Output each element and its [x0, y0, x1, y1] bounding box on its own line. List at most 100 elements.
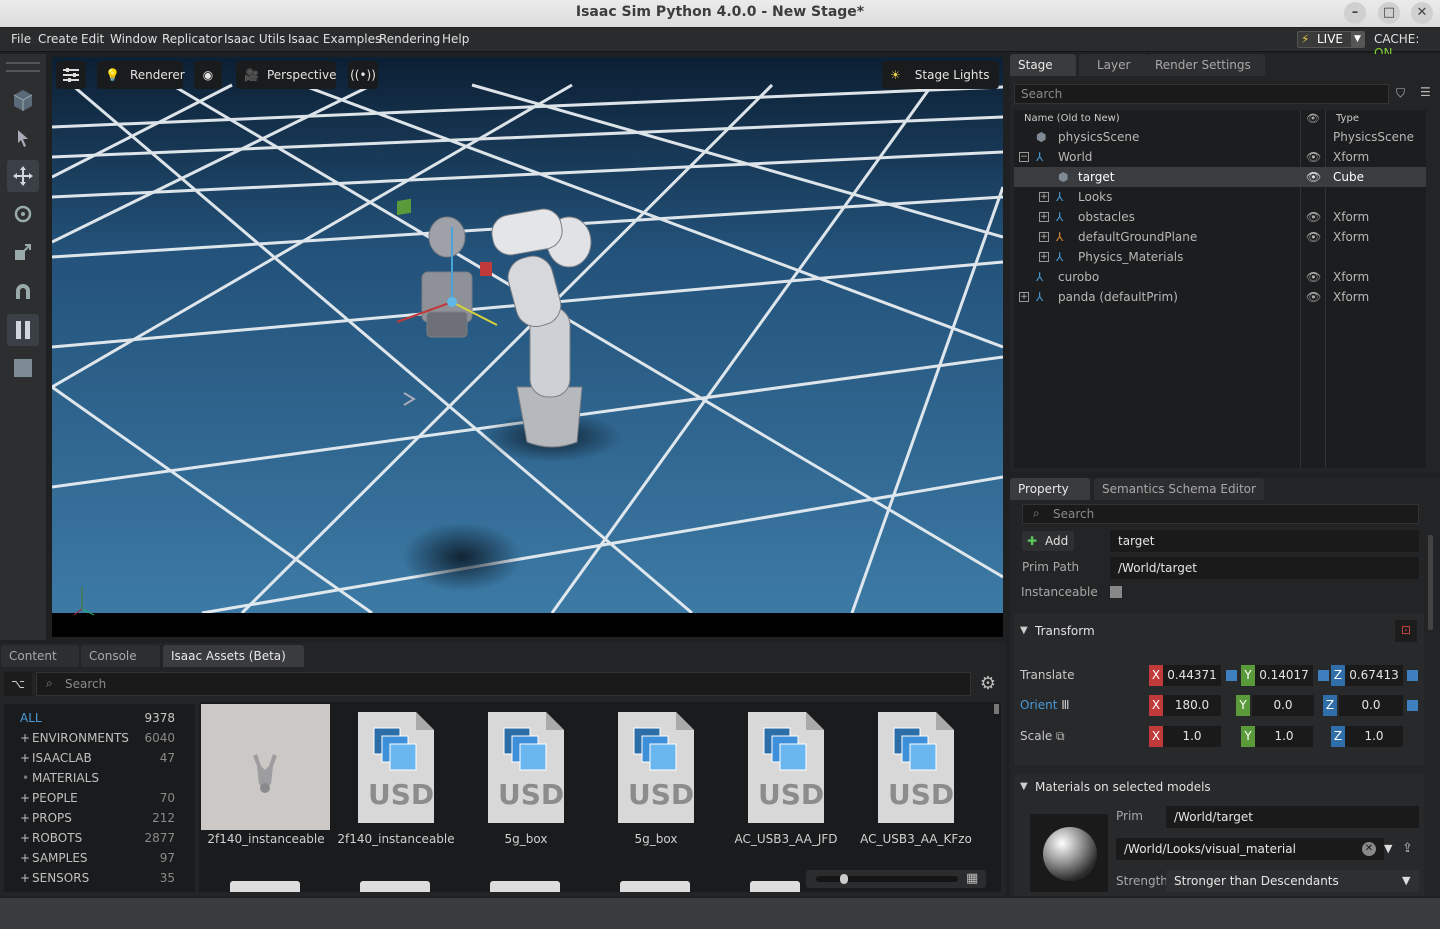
scale-z-field[interactable]: 1.0	[1345, 726, 1403, 747]
transform-options-icon[interactable]: ⊡	[1395, 620, 1417, 642]
tab-layer[interactable]: Layer	[1079, 54, 1147, 76]
property-search-input[interactable]: Search	[1022, 504, 1419, 524]
expand-icon[interactable]: +	[1039, 252, 1049, 262]
tab-isaac-assets[interactable]: Isaac Assets (Beta)	[163, 645, 304, 667]
menu-rendering[interactable]: Rendering	[379, 32, 440, 46]
expand-icon[interactable]: +	[20, 811, 30, 825]
menu-icon[interactable]: ☰	[1420, 85, 1431, 99]
minimize-icon[interactable]: –	[1344, 2, 1366, 24]
column-name-header[interactable]: Name (Old to New)	[1024, 113, 1120, 124]
chevron-down-icon[interactable]: ▼	[1351, 32, 1364, 47]
maximize-icon[interactable]: □	[1378, 2, 1400, 24]
scale-tool-icon[interactable]	[7, 236, 39, 268]
tree-row-obstacles[interactable]: + ⅄ obstacles 👁 Xform	[1014, 207, 1426, 227]
menu-window[interactable]: Window	[110, 32, 157, 46]
tab-semantics-schema-editor[interactable]: Semantics Schema Editor	[1094, 478, 1264, 500]
category-isaaclab[interactable]: + ISAACLAB 47	[4, 751, 175, 769]
expand-icon[interactable]: +	[20, 871, 30, 885]
category-people[interactable]: + PEOPLE 70	[4, 791, 175, 809]
translate-x-field[interactable]: 0.44371	[1163, 665, 1221, 686]
menu-isaac-utils[interactable]: Isaac Utils	[224, 32, 285, 46]
visibility-eye-icon[interactable]: 👁	[1306, 147, 1321, 167]
stop-icon[interactable]	[7, 352, 39, 384]
link-scale-icon[interactable]: ⧉	[1056, 729, 1065, 744]
assets-search-input[interactable]: Search	[36, 672, 971, 696]
asset-tile[interactable]: USD 5g_box	[461, 704, 591, 854]
add-button[interactable]: ✚ Add	[1022, 531, 1074, 551]
material-path-field[interactable]: /World/Looks/visual_material	[1116, 838, 1384, 860]
tree-row-looks[interactable]: + ⅄ Looks	[1014, 187, 1426, 207]
category-materials[interactable]: • MATERIALS	[4, 771, 175, 789]
menu-help[interactable]: Help	[442, 32, 469, 46]
rotate-tool-icon[interactable]	[7, 198, 39, 230]
thumbnail-size-slider[interactable]: ▦	[806, 870, 986, 888]
collapse-icon[interactable]: −	[1019, 152, 1029, 162]
expand-icon[interactable]: +	[20, 751, 30, 765]
filter-icon[interactable]: ⛉	[1396, 86, 1405, 101]
grid-view-icon[interactable]: ▦	[966, 871, 978, 886]
menu-edit[interactable]: Edit	[81, 32, 104, 46]
menu-replicator[interactable]: Replicator	[162, 32, 222, 46]
expand-icon[interactable]: +	[1039, 192, 1049, 202]
scale-x-field[interactable]: 1.0	[1163, 726, 1221, 747]
select-mode-icon[interactable]	[7, 84, 39, 116]
stage-search-input[interactable]: Search	[1014, 84, 1389, 104]
category-robots[interactable]: + ROBOTS 2877	[4, 831, 175, 849]
category-samples[interactable]: + SAMPLES 97	[4, 851, 175, 869]
tree-row-physicsscene[interactable]: ⬢ physicsScene PhysicsScene	[1014, 127, 1426, 147]
prim-name-field[interactable]: target	[1110, 530, 1419, 552]
tab-property[interactable]: Property	[1010, 478, 1090, 500]
tree-row-defaultgroundplane[interactable]: + ⅄ defaultGroundPlane 👁 Xform	[1014, 227, 1426, 247]
expand-icon[interactable]: +	[20, 791, 30, 805]
keyframe-icon[interactable]	[1318, 670, 1329, 681]
expand-icon[interactable]: +	[20, 851, 30, 865]
tab-stage[interactable]: Stage	[1010, 54, 1076, 76]
tree-row-panda[interactable]: + ⅄ panda (defaultPrim) 👁 Xform	[1014, 287, 1426, 307]
collapse-triangle-icon[interactable]: ▼	[1020, 781, 1028, 792]
asset-scrollbar[interactable]	[994, 704, 999, 714]
gear-icon[interactable]: ⚙	[976, 673, 1000, 697]
visibility-eye-icon[interactable]: 👁	[1306, 287, 1321, 307]
asset-tile[interactable]: USD 5g_box	[591, 704, 721, 854]
keyframe-icon[interactable]	[1407, 700, 1418, 711]
clear-icon[interactable]: ✕	[1362, 842, 1376, 856]
tree-view-icon[interactable]: ⌥	[4, 672, 32, 696]
visibility-eye-icon[interactable]: 👁	[1306, 227, 1321, 247]
column-type-header[interactable]: Type	[1336, 113, 1359, 124]
select-arrow-icon[interactable]	[7, 122, 39, 154]
slider-handle[interactable]	[840, 874, 848, 884]
pause-icon[interactable]	[7, 314, 39, 346]
orient-label[interactable]: Orient Ⅲ	[1020, 698, 1070, 712]
translate-z-field[interactable]: 0.67413	[1345, 665, 1403, 686]
visibility-eye-icon[interactable]: 👁	[1306, 267, 1321, 287]
asset-tile[interactable]: USD AC_USB3_AA_KFzo	[851, 704, 981, 854]
orient-z-field[interactable]: 0.0	[1339, 695, 1403, 716]
category-all[interactable]: ALL 9378	[4, 711, 175, 729]
keyframe-icon[interactable]	[1407, 670, 1418, 681]
chevron-down-icon[interactable]: ▼	[1402, 874, 1410, 887]
dropdown-arrow-icon[interactable]: ▼	[1384, 842, 1392, 855]
tree-row-target[interactable]: ⬢ target 👁 Cube	[1014, 167, 1426, 187]
visibility-eye-icon[interactable]: ◉	[194, 61, 222, 89]
asset-tile[interactable]: USD 2f140_instanceable	[331, 704, 461, 854]
broadcast-icon[interactable]: ((•))	[348, 61, 378, 89]
snap-magnet-icon[interactable]	[7, 276, 39, 308]
expand-icon[interactable]: +	[1039, 212, 1049, 222]
menu-isaac-examples[interactable]: Isaac Examples	[288, 32, 381, 46]
translate-y-field[interactable]: 0.14017	[1255, 665, 1313, 686]
menu-file[interactable]: File	[11, 32, 31, 46]
viewport-scene[interactable]	[52, 57, 1003, 637]
asset-tile[interactable]: USD AC_USB3_AA_JFD	[721, 704, 851, 854]
renderer-button[interactable]: 💡 Renderer	[97, 61, 185, 89]
tree-row-curobo[interactable]: ⅄ curobo 👁 Xform	[1014, 267, 1426, 287]
prim-path-field[interactable]: /World/target	[1110, 557, 1419, 579]
tree-row-physics-materials[interactable]: + ⅄ Physics_Materials	[1014, 247, 1426, 267]
visibility-eye-icon[interactable]: 👁	[1306, 207, 1321, 227]
collapse-triangle-icon[interactable]: ▼	[1020, 625, 1028, 636]
viewport[interactable]: 💡 Renderer ◉ 🎥 Perspective ((•)) ☀ Stage…	[52, 57, 1003, 637]
viewport-settings-icon[interactable]	[56, 61, 86, 89]
instanceable-checkbox[interactable]	[1110, 586, 1122, 598]
tree-row-world[interactable]: − ⅄ World 👁 Xform	[1014, 147, 1426, 167]
live-button[interactable]: ⚡ LIVE ▼	[1297, 31, 1365, 48]
menu-create[interactable]: Create	[38, 32, 78, 46]
